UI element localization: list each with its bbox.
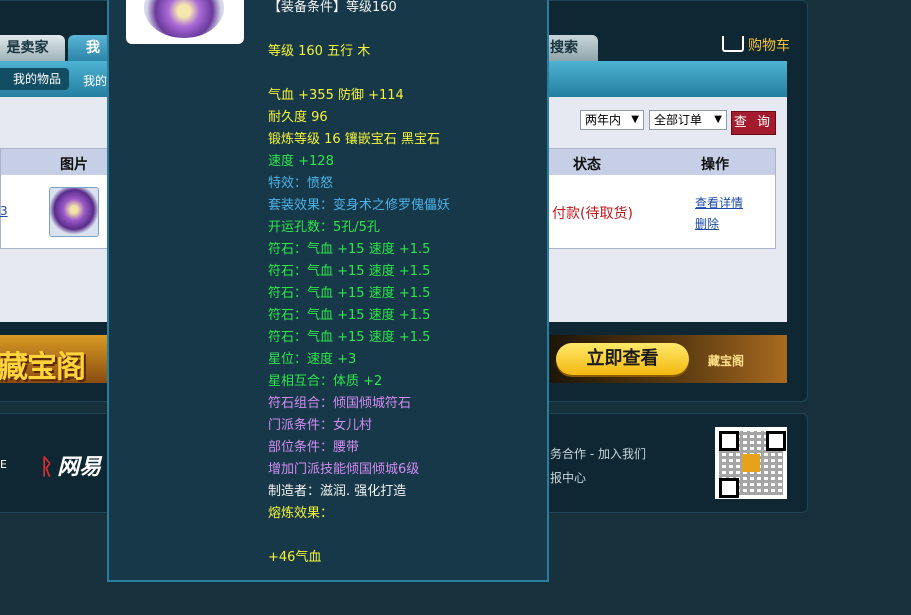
status-badge: 付款(待取货) [552, 206, 633, 222]
tooltip-line: 开运孔数：5孔/5孔 [268, 220, 380, 235]
query-button[interactable]: 查 询 [731, 111, 776, 135]
tooltip-line: 套装效果：变身术之修罗傀儡妖 [268, 198, 451, 213]
item-thumbnail[interactable] [49, 187, 99, 237]
delete-link[interactable]: 删除 [695, 215, 719, 232]
tooltip-line: 气血 +355 防御 +114 [268, 88, 404, 103]
tab-seller[interactable]: 是卖家 [0, 35, 65, 61]
header-image: 图片 [60, 157, 88, 173]
tooltip-line: +46气血 [268, 550, 322, 565]
order-type-value: 全部订单 [654, 113, 703, 127]
banner-left-text: 藏宝阁 [0, 350, 86, 385]
cart-label: 购物车 [748, 38, 790, 54]
subnav-my-items[interactable]: 我的物品 [0, 68, 70, 90]
chevron-down-icon: ▼ [631, 114, 639, 125]
chevron-down-icon: ▼ [714, 114, 722, 125]
tooltip-line: 部位条件：腰带 [268, 440, 360, 455]
qr-code-icon [715, 427, 787, 499]
tooltip-line: 熔炼效果： [268, 506, 334, 521]
tooltip-line: 符石：气血 +15 速度 +1.5 [268, 286, 431, 301]
tooltip-line: 耐久度 96 [268, 110, 328, 125]
time-range-value: 两年内 [585, 113, 622, 127]
netease-logo[interactable]: ᚱ 网易 [40, 449, 101, 481]
tooltip-line: 增加门派技能倾国倾城6级 [268, 462, 420, 477]
header-status: 状态 [573, 157, 601, 173]
time-range-select[interactable]: 两年内 ▼ [580, 110, 644, 130]
tooltip-line: 符石：气血 +15 速度 +1.5 [268, 242, 431, 257]
footer-links-line2[interactable]: 报中心 [550, 469, 586, 486]
cart-icon [722, 36, 744, 52]
row-left-link[interactable]: 3 [0, 204, 8, 218]
item-icon [126, 0, 244, 44]
tooltip-line: 星位：速度 +3 [268, 352, 357, 367]
subnav-next[interactable]: 我的 [83, 72, 107, 89]
tooltip-line: 符石：气血 +15 速度 +1.5 [268, 308, 431, 323]
tooltip-line: 制造者：滋润. 强化打造 [268, 484, 407, 499]
footer-links-line1[interactable]: 务合作 - 加入我们 [550, 445, 646, 462]
netease-mark-icon: ᚱ [40, 455, 54, 480]
tooltip-line: 等级 160 五行 木 [268, 44, 371, 59]
tooltip-line: 速度 +128 [268, 154, 334, 169]
tooltip-line: 门派条件：女儿村 [268, 418, 373, 433]
header-action: 操作 [701, 157, 729, 173]
tooltip-line: 符石组合：倾国倾城符石 [268, 396, 412, 411]
banner-left[interactable]: 藏宝阁 [0, 335, 107, 385]
cart-link[interactable]: 购物车 [722, 35, 790, 55]
view-detail-link[interactable]: 查看详情 [695, 194, 743, 211]
tooltip-line: 星相互合：体质 +2 [268, 374, 383, 389]
order-type-select[interactable]: 全部订单 ▼ [649, 110, 727, 130]
tooltip-line: 符石：气血 +15 速度 +1.5 [268, 264, 431, 279]
netease-logo-text: 网易 [57, 455, 102, 480]
tooltip-line: 符石：气血 +15 速度 +1.5 [268, 330, 431, 345]
footer-edge-text: E [0, 458, 7, 471]
view-now-button[interactable]: 立即查看 [556, 343, 689, 375]
tooltip-line: 【装备条件】等级160 [268, 0, 397, 15]
banner-logo: 藏宝阁 [708, 354, 745, 368]
tooltip-line: 特效：愤怒 [268, 176, 334, 191]
tooltip-line: 锻炼等级 16 镶嵌宝石 黑宝石 [268, 132, 440, 147]
